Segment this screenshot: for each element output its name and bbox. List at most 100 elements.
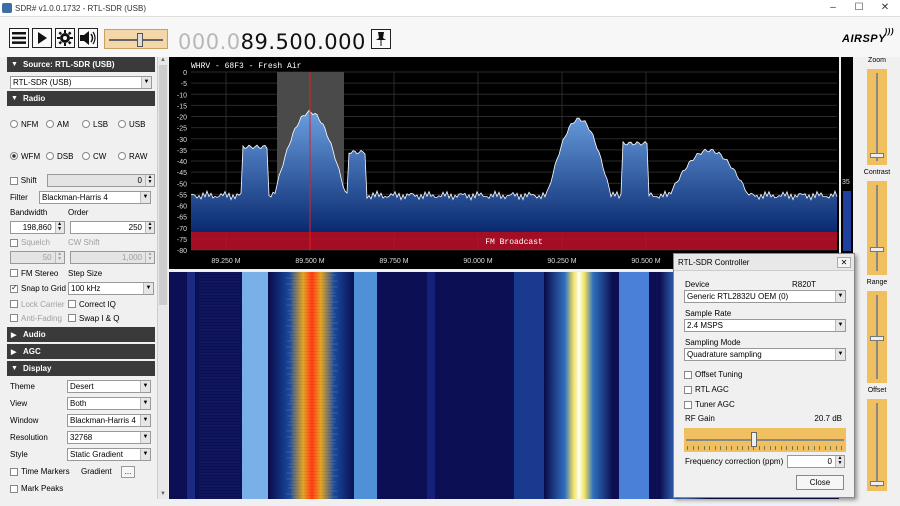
- rtl-agc-checkbox[interactable]: [684, 385, 692, 394]
- snap-to-grid-label: Snap to Grid: [21, 284, 66, 293]
- squelch-input[interactable]: 50 ▲ ▼: [10, 251, 65, 264]
- order-label: Order: [68, 208, 89, 217]
- rf-gain-slider-thumb[interactable]: [751, 432, 757, 447]
- frequency-display[interactable]: 000.089.500.000: [178, 30, 366, 54]
- sampling-mode-select[interactable]: Quadrature sampling ▼: [684, 348, 846, 361]
- sample-rate-select[interactable]: 2.4 MSPS ▼: [684, 319, 846, 332]
- maximize-button[interactable]: ☐: [846, 0, 872, 16]
- swap-iq-label: Swap I & Q: [79, 313, 120, 323]
- dialog-close-icon[interactable]: ✕: [837, 257, 851, 268]
- mark-peaks-label: Mark Peaks: [21, 484, 64, 493]
- db-tick-label: -65: [177, 215, 187, 222]
- airspy-logo: AIRSPY))): [842, 27, 894, 45]
- view-select[interactable]: Both ▼: [67, 397, 151, 410]
- shift-input[interactable]: 0 ▲ ▼: [46, 174, 155, 187]
- step-size-select[interactable]: 100 kHz ▼: [68, 282, 154, 295]
- db-tick-label: -45: [177, 170, 187, 177]
- sidebar: ▼ Source: RTL-SDR (USB) RTL-SDR (USB) ▼ ▼ R…: [7, 57, 155, 499]
- spectrum-analyzer[interactable]: 0 -5 -10 -15 -20 -25 -30 -35 -40 -45 -50 -55 -60 -65 -…: [169, 57, 839, 269]
- volume-slider-thumb[interactable]: [136, 33, 143, 47]
- cwshift-input[interactable]: 1,000 ▲ ▼: [69, 251, 155, 264]
- source-device-select[interactable]: RTL-SDR (USB) ▼: [10, 76, 152, 89]
- resolution-select[interactable]: 32768 ▼: [67, 431, 151, 444]
- window-select[interactable]: Blackman-Harris 4 ▼: [67, 414, 151, 427]
- offset-slider[interactable]: [867, 399, 887, 491]
- zoom-slider-thumb[interactable]: [870, 153, 884, 158]
- mute-button[interactable]: [78, 28, 98, 48]
- db-tick-label: -30: [177, 137, 187, 144]
- anti-fading-label: Anti-Fading: [21, 313, 62, 323]
- volume-slider[interactable]: [104, 29, 168, 49]
- dialog-close-button[interactable]: Close: [796, 475, 844, 490]
- offset-slider-thumb[interactable]: [870, 481, 884, 486]
- mode-wfm-radio[interactable]: WFM: [10, 152, 46, 161]
- device-select[interactable]: Generic RTL2832U OEM (0) ▼: [684, 290, 846, 303]
- filter-label: Filter: [10, 193, 28, 202]
- db-tick-label: -35: [177, 148, 187, 155]
- correct-iq-label: Correct IQ: [79, 299, 116, 309]
- mode-cw-radio[interactable]: CW: [82, 152, 118, 161]
- squelch-label: Squelch: [21, 238, 50, 247]
- expand-arrow-icon: ▶: [11, 348, 17, 356]
- zoom-slider[interactable]: [867, 69, 887, 165]
- radio-section-header[interactable]: ▼ Radio: [7, 91, 155, 106]
- fm-stereo-checkbox[interactable]: [10, 269, 18, 277]
- display-section-header[interactable]: ▼ Display: [7, 361, 155, 376]
- anti-fading-checkbox[interactable]: [10, 314, 18, 322]
- source-section-header[interactable]: ▼ Source: RTL-SDR (USB): [7, 57, 155, 72]
- minimize-button[interactable]: –: [820, 0, 846, 16]
- signal-waves-icon: ))): [884, 27, 894, 36]
- rtl-sdr-controller-dialog: RTL-SDR Controller ✕ Device R820T Generi…: [673, 253, 855, 498]
- offset-tuning-checkbox[interactable]: [684, 370, 692, 379]
- filter-select[interactable]: Blackman-Harris 4 ▼: [39, 191, 151, 204]
- agc-section-header[interactable]: ▶ AGC: [7, 344, 155, 359]
- sidebar-scrollbar[interactable]: ▲ ▼: [157, 57, 168, 499]
- settings-button[interactable]: [55, 28, 75, 48]
- mode-am-radio[interactable]: AM: [46, 120, 82, 129]
- spectrum-plot: 0 -5 -10 -15 -20 -25 -30 -35 -40 -45 -50 -55 -60 -65 -…: [177, 62, 838, 265]
- freq-tick-label: 90.250 M: [547, 258, 576, 265]
- mode-raw-radio[interactable]: RAW: [118, 152, 154, 161]
- waterfall-trace: [187, 272, 195, 499]
- shift-checkbox[interactable]: [10, 176, 18, 185]
- time-markers-label: Time Markers: [21, 467, 70, 476]
- freq-correction-input[interactable]: 0 ▲ ▼: [787, 455, 845, 468]
- mode-dsb-radio[interactable]: DSB: [46, 152, 82, 161]
- contrast-label: Contrast: [863, 169, 891, 176]
- correct-iq-checkbox[interactable]: [68, 300, 76, 308]
- modulation-row-1: NFM AM LSB USB: [7, 108, 155, 140]
- theme-select[interactable]: Desert ▼: [67, 380, 151, 393]
- contrast-slider[interactable]: [867, 181, 887, 275]
- audio-section-header[interactable]: ▶ Audio: [7, 327, 155, 342]
- lock-carrier-checkbox[interactable]: [10, 300, 18, 308]
- order-input[interactable]: 250 ▲ ▼: [69, 221, 155, 234]
- zoom-label: Zoom: [868, 57, 886, 64]
- bookmark-button[interactable]: [371, 29, 391, 49]
- lock-carrier-label: Lock Carrier: [21, 299, 65, 309]
- swap-iq-checkbox[interactable]: [68, 314, 76, 322]
- mode-lsb-radio[interactable]: LSB: [82, 120, 118, 129]
- rf-gain-slider[interactable]: [684, 428, 846, 452]
- close-window-button[interactable]: ✕: [872, 0, 898, 16]
- gradient-label: Gradient: [81, 467, 112, 476]
- range-slider[interactable]: [867, 291, 887, 383]
- style-select[interactable]: Static Gradient ▼: [67, 448, 151, 461]
- mark-peaks-checkbox[interactable]: [10, 484, 18, 493]
- gradient-button[interactable]: ...: [121, 465, 135, 478]
- range-slider-thumb[interactable]: [870, 336, 884, 341]
- tuner-agc-checkbox[interactable]: [684, 400, 692, 409]
- squelch-checkbox[interactable]: [10, 238, 18, 247]
- station-rds-text: WHRV - 68F3 - Fresh Air: [191, 62, 302, 71]
- snap-to-grid-checkbox[interactable]: [10, 283, 18, 293]
- mode-nfm-radio[interactable]: NFM: [10, 120, 46, 129]
- title-bar: SDR# v1.0.0.1732 - RTL-SDR (USB) – ☐ ✕: [0, 0, 900, 17]
- play-button[interactable]: [32, 28, 52, 48]
- pin-icon: [376, 32, 386, 46]
- menu-button[interactable]: [9, 28, 29, 48]
- time-markers-checkbox[interactable]: [10, 467, 18, 476]
- mode-usb-radio[interactable]: USB: [118, 120, 154, 129]
- db-tick-label: -10: [177, 92, 187, 99]
- contrast-slider-thumb[interactable]: [870, 247, 884, 252]
- bandwidth-input[interactable]: 198,860 ▲ ▼: [10, 221, 65, 234]
- scrollbar-thumb[interactable]: [159, 65, 167, 305]
